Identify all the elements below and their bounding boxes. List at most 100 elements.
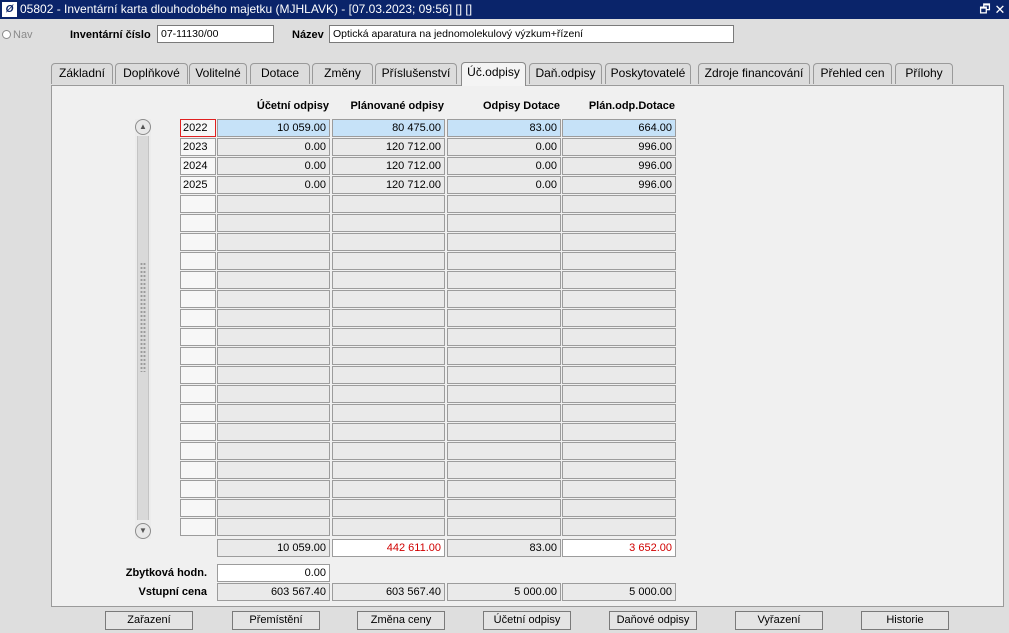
cell-accounting[interactable]	[217, 461, 330, 479]
cell-accounting[interactable]: 0.00	[217, 176, 330, 194]
cell-planned-subsidy[interactable]: 996.00	[562, 157, 676, 175]
cell-planned[interactable]	[332, 423, 445, 441]
cell-planned-subsidy[interactable]	[562, 366, 676, 384]
cell-planned-subsidy[interactable]	[562, 252, 676, 270]
scrollbar-grip[interactable]	[140, 262, 146, 372]
cell-planned-subsidy[interactable]: 996.00	[562, 176, 676, 194]
cell-planned-subsidy[interactable]	[562, 461, 676, 479]
cell-planned-subsidy[interactable]	[562, 290, 676, 308]
cell-planned[interactable]: 120 712.00	[332, 176, 445, 194]
cell-subsidy[interactable]	[447, 480, 561, 498]
cell-year[interactable]	[180, 290, 216, 308]
cell-year[interactable]	[180, 195, 216, 213]
cell-subsidy[interactable]	[447, 290, 561, 308]
cell-planned[interactable]: 120 712.00	[332, 157, 445, 175]
tab-prilohy[interactable]: Přílohy	[895, 63, 953, 84]
cell-year[interactable]: 2022	[180, 119, 216, 137]
cell-accounting[interactable]: 0.00	[217, 138, 330, 156]
cell-planned[interactable]	[332, 442, 445, 460]
premisteni-button[interactable]: Přemístění	[232, 611, 320, 630]
cell-year[interactable]	[180, 518, 216, 536]
danove-odpisy-button[interactable]: Daňové odpisy	[609, 611, 697, 630]
cell-accounting[interactable]	[217, 423, 330, 441]
cell-accounting[interactable]: 0.00	[217, 157, 330, 175]
cell-accounting[interactable]	[217, 252, 330, 270]
cell-year[interactable]	[180, 366, 216, 384]
cell-planned[interactable]	[332, 195, 445, 213]
cell-year[interactable]	[180, 499, 216, 517]
cell-year[interactable]	[180, 385, 216, 403]
cell-year[interactable]	[180, 328, 216, 346]
cell-accounting[interactable]	[217, 499, 330, 517]
cell-subsidy[interactable]: 0.00	[447, 157, 561, 175]
cell-planned-subsidy[interactable]	[562, 423, 676, 441]
cell-year[interactable]	[180, 271, 216, 289]
cell-accounting[interactable]: 10 059.00	[217, 119, 330, 137]
cell-planned-subsidy[interactable]: 996.00	[562, 138, 676, 156]
cell-planned-subsidy[interactable]	[562, 404, 676, 422]
cell-year[interactable]	[180, 214, 216, 232]
cell-subsidy[interactable]: 0.00	[447, 176, 561, 194]
cell-subsidy[interactable]	[447, 423, 561, 441]
cell-accounting[interactable]	[217, 233, 330, 251]
cell-planned-subsidy[interactable]	[562, 518, 676, 536]
cell-planned-subsidy[interactable]	[562, 347, 676, 365]
nav-toggle[interactable]: Nav	[2, 27, 46, 43]
cell-subsidy[interactable]	[447, 404, 561, 422]
tab-prehled-cen[interactable]: Přehled cen	[813, 63, 892, 84]
zarazeni-button[interactable]: Zařazení	[105, 611, 193, 630]
cell-planned[interactable]	[332, 214, 445, 232]
cell-accounting[interactable]	[217, 195, 330, 213]
scroll-down-icon[interactable]: ▼	[135, 523, 151, 539]
cell-year[interactable]	[180, 404, 216, 422]
cell-planned-subsidy[interactable]	[562, 499, 676, 517]
cell-year[interactable]: 2025	[180, 176, 216, 194]
cell-subsidy[interactable]	[447, 195, 561, 213]
cell-accounting[interactable]	[217, 309, 330, 327]
cell-planned-subsidy[interactable]	[562, 480, 676, 498]
cell-accounting[interactable]	[217, 442, 330, 460]
cell-planned[interactable]	[332, 252, 445, 270]
cell-accounting[interactable]	[217, 271, 330, 289]
cell-subsidy[interactable]	[447, 442, 561, 460]
cell-planned[interactable]: 80 475.00	[332, 119, 445, 137]
cell-subsidy[interactable]	[447, 252, 561, 270]
cell-year[interactable]	[180, 309, 216, 327]
ucetni-odpisy-button[interactable]: Účetní odpisy	[483, 611, 571, 630]
cell-planned[interactable]	[332, 328, 445, 346]
cell-subsidy[interactable]	[447, 518, 561, 536]
tab-doplnkove[interactable]: Doplňkové	[115, 63, 188, 84]
cell-accounting[interactable]	[217, 404, 330, 422]
cell-planned-subsidy[interactable]	[562, 309, 676, 327]
cell-accounting[interactable]	[217, 366, 330, 384]
close-window-icon[interactable]: ✕	[993, 0, 1007, 19]
cell-year[interactable]	[180, 252, 216, 270]
cell-accounting[interactable]	[217, 518, 330, 536]
cell-planned[interactable]	[332, 233, 445, 251]
cell-subsidy[interactable]	[447, 271, 561, 289]
cell-planned[interactable]	[332, 290, 445, 308]
cell-planned-subsidy[interactable]	[562, 442, 676, 460]
cell-accounting[interactable]	[217, 214, 330, 232]
cell-year[interactable]	[180, 461, 216, 479]
cell-planned[interactable]	[332, 309, 445, 327]
cell-subsidy[interactable]: 0.00	[447, 138, 561, 156]
cell-accounting[interactable]	[217, 347, 330, 365]
cell-subsidy[interactable]	[447, 233, 561, 251]
tab-poskytovatele[interactable]: Poskytovatelé	[605, 63, 691, 84]
vyrazeni-button[interactable]: Vyřazení	[735, 611, 823, 630]
cell-year[interactable]: 2023	[180, 138, 216, 156]
tab-prislusenstvi[interactable]: Příslušenství	[375, 63, 457, 84]
cell-subsidy[interactable]	[447, 347, 561, 365]
cell-subsidy[interactable]	[447, 214, 561, 232]
cell-accounting[interactable]	[217, 385, 330, 403]
zmena-ceny-button[interactable]: Změna ceny	[357, 611, 445, 630]
cell-planned[interactable]	[332, 461, 445, 479]
cell-subsidy[interactable]	[447, 461, 561, 479]
tab-volitelne[interactable]: Volitelné	[189, 63, 247, 84]
cell-subsidy[interactable]	[447, 309, 561, 327]
cell-planned-subsidy[interactable]	[562, 233, 676, 251]
tab-zdroje-financovani[interactable]: Zdroje financování	[698, 63, 810, 84]
cell-planned-subsidy[interactable]: 664.00	[562, 119, 676, 137]
cell-planned-subsidy[interactable]	[562, 195, 676, 213]
